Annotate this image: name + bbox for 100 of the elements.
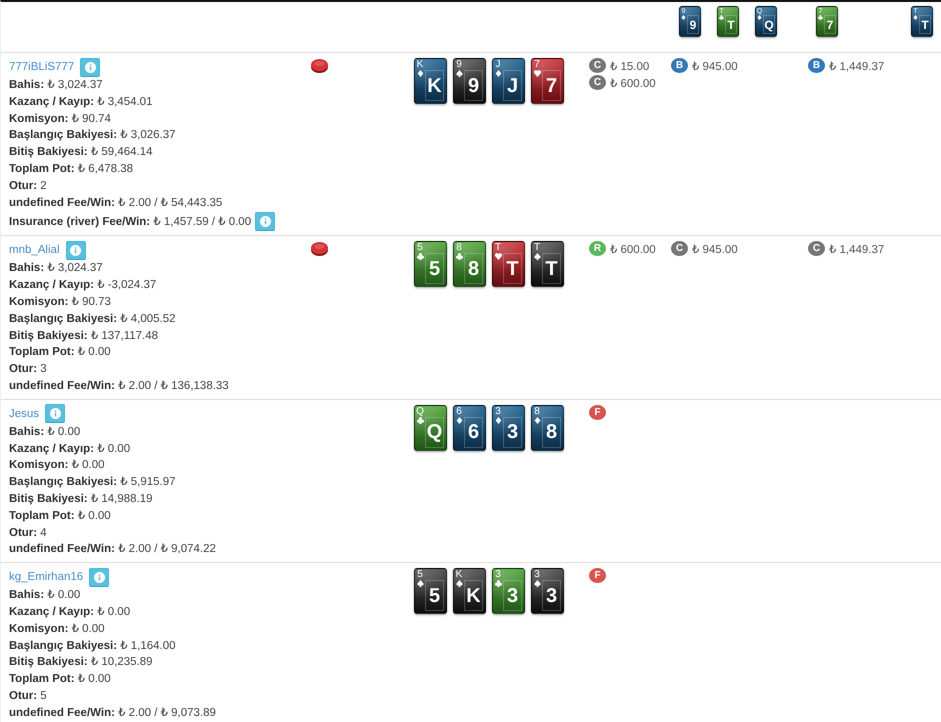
player-stat: Bitiş Bakiyesi: ₺ 59,464.14 [9, 145, 154, 160]
card-rank: 3 [542, 580, 561, 612]
action-badge: B [671, 58, 688, 73]
club-icon [416, 253, 424, 260]
action-amount: ₺ 945.00 [692, 242, 738, 256]
card-rank: T [919, 15, 931, 34]
player-stat: undefined Fee/Win: ₺ 2.00 / ₺ 9,074.22 [9, 542, 217, 558]
card-rank: 5 [425, 580, 444, 612]
card-rank: 3 [503, 416, 522, 448]
diamond-icon [494, 416, 502, 424]
player-stat: Komisyon: ₺ 90.74 [9, 112, 112, 127]
info-button[interactable] [80, 58, 100, 76]
action-badge: C [671, 241, 688, 256]
spade-icon [456, 70, 462, 77]
action-badge: R [589, 241, 606, 256]
card-index: 5 [417, 570, 423, 580]
player-stat: Toplam Pot: ₺ 0.00 [9, 508, 112, 524]
club-icon [416, 416, 424, 424]
heart-icon [494, 253, 502, 260]
player-stat: undefined Fee/Win: ₺ 2.00 / ₺ 54,443.35 [9, 196, 224, 211]
card-index: K [416, 60, 424, 70]
player-stat: Bahis: ₺ 0.00 [9, 424, 82, 440]
player-stat: Otur: 4 [9, 526, 48, 541]
player-stat: undefined Fee/Win: ₺ 2.00 / ₺ 136,138.33 [9, 378, 230, 394]
card-index: 3 [534, 570, 540, 580]
player-stat: Bahis: ₺ 0.00 [9, 588, 82, 604]
info-button[interactable] [66, 240, 86, 260]
diamond-icon [456, 416, 462, 424]
player-stat: Insurance (river) Fee/Win: ₺ 1,457.59 / ₺ 0.00 [9, 215, 252, 228]
info-icon [94, 572, 105, 583]
action-amount: ₺ 945.00 [692, 60, 738, 72]
info-icon [70, 244, 81, 256]
player-stat: Kazanç / Kayıp: ₺ 3,454.01 [9, 94, 154, 110]
player-stat: Bitiş Bakiyesi: ₺ 10,235.89 [9, 655, 154, 670]
action-badge: C [589, 75, 606, 90]
player-name-link[interactable]: 777iBLiS777 [9, 61, 74, 73]
card-rank: K [425, 70, 444, 101]
player-stat: Komisyon: ₺ 90.73 [9, 294, 112, 310]
diamond-icon [681, 15, 686, 20]
card-index: 3 [495, 570, 501, 580]
player-stat: Otur: 3 [9, 362, 48, 378]
spade-icon [416, 580, 424, 588]
diamond-icon [494, 70, 502, 77]
player-name-link[interactable]: Jesus [9, 408, 40, 420]
action-amount: ₺ 600.00 [610, 242, 656, 256]
action-amount: ₺ 15.00 [610, 60, 650, 72]
club-icon [494, 580, 502, 588]
card-rank: 9 [464, 70, 483, 101]
card-rank: 3 [503, 580, 522, 612]
heart-icon [534, 70, 540, 77]
player-stat: Bahis: ₺ 3,024.37 [9, 261, 104, 276]
card-index: 9 [456, 60, 462, 70]
club-icon [719, 15, 724, 20]
card-rank: T [542, 253, 561, 284]
card-rank: Q [763, 15, 775, 34]
card-index: T [534, 243, 540, 254]
player-name-link[interactable]: kg_Emirhan16 [9, 571, 84, 584]
club-icon [456, 253, 462, 260]
info-icon [260, 216, 271, 227]
info-button[interactable] [255, 212, 276, 231]
action-amount: ₺ 1,449.37 [829, 60, 884, 72]
player-stat: Komisyon: ₺ 0.00 [9, 458, 106, 474]
player-stat: Toplam Pot: ₺ 6,478.38 [9, 162, 134, 177]
action-badge: C [589, 58, 606, 73]
action-amount: ₺ 1,449.37 [829, 242, 884, 256]
card-rank: 5 [425, 253, 444, 284]
card-rank: 8 [464, 253, 483, 284]
player-name-link[interactable]: mnb_Alial [9, 244, 60, 256]
action-badge: F [589, 404, 606, 420]
diamond-icon [913, 15, 918, 20]
player-stat: Bahis: ₺ 3,024.37 [9, 78, 104, 93]
diamond-icon [534, 416, 540, 424]
spade-icon [456, 580, 462, 588]
card-rank: J [503, 70, 522, 101]
player-stat: Otur: 2 [9, 178, 48, 194]
action-badge: F [589, 568, 606, 584]
info-button[interactable] [45, 404, 66, 424]
player-stat: Başlangıç Bakiyesi: ₺ 1,164.00 [9, 638, 177, 654]
player-stat: undefined Fee/Win: ₺ 2.00 / ₺ 9,073.89 [9, 706, 217, 721]
card-rank: K [464, 580, 483, 612]
card-rank: 8 [542, 416, 561, 448]
card-index: T [494, 243, 502, 254]
card-rank: Q [425, 416, 444, 448]
player-stat: Toplam Pot: ₺ 0.00 [9, 345, 112, 360]
action-badge: B [808, 58, 825, 73]
card-rank: 6 [464, 416, 483, 448]
info-icon [50, 408, 61, 420]
player-stat: Başlangıç Bakiyesi: ₺ 4,005.52 [9, 312, 177, 327]
club-icon [818, 15, 823, 20]
card-index: 5 [417, 243, 423, 254]
card-index: 6 [456, 406, 462, 417]
card-index: K [456, 570, 462, 580]
card-rank: T [503, 253, 522, 284]
player-stat: Başlangıç Bakiyesi: ₺ 3,026.37 [9, 128, 177, 144]
card-index: 3 [495, 406, 501, 417]
spade-icon [534, 253, 540, 260]
info-button[interactable] [89, 568, 110, 587]
diamond-icon [757, 15, 762, 20]
diamond-icon [416, 70, 424, 77]
card-index: Q [416, 406, 424, 417]
